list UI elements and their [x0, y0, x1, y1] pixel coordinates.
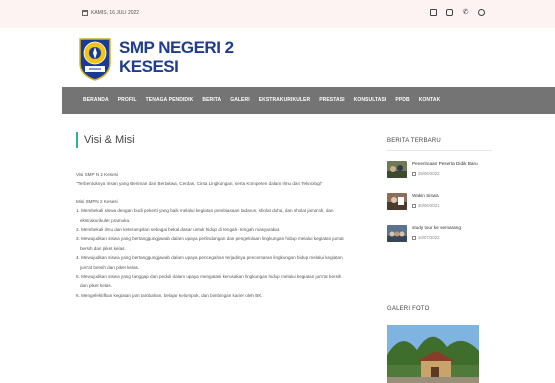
- news-post-date-text: 10/07/2022: [418, 235, 440, 240]
- nav-item-ekstrakurikuler[interactable]: EKSTRAKURIKULER: [259, 97, 311, 103]
- calendar-icon: [412, 171, 416, 176]
- gallery-photo[interactable]: [387, 325, 479, 383]
- school-logo[interactable]: [77, 35, 113, 81]
- calendar-icon: [412, 235, 416, 240]
- news-section-title: BERITA TERBARU: [387, 138, 492, 151]
- misi-heading: Misi SMPN 2 Kesesi: [76, 198, 118, 204]
- nav-item-konsultasi[interactable]: KONSULTASI: [354, 97, 387, 103]
- misi-item: 3. Mewujudkan siswa yang bertanggungjawa…: [76, 236, 344, 242]
- news-post-date-text: 25/06/2022: [418, 171, 440, 176]
- page-title: Visi & Misi: [84, 134, 135, 146]
- main-navigation: BERANDA PROFIL TENAGA PENDIDIK BERITA GA…: [62, 87, 555, 114]
- school-name-line2: KESESI: [119, 57, 179, 76]
- main-content: Visi & Misi Visi SMP N 2 Kesesi "Terbent…: [76, 130, 376, 300]
- news-post-title[interactable]: study tour ke semarang: [412, 225, 461, 231]
- misi-item-continued: ekstrakurikuler pramuka.: [80, 217, 131, 223]
- news-post-date: 25/06/2022: [412, 171, 478, 176]
- news-post[interactable]: Wakin Siswa 20/06/2021: [387, 193, 492, 215]
- news-post[interactable]: study tour ke semarang 10/07/2022: [387, 225, 492, 247]
- nav-item-profil[interactable]: PROFIL: [118, 97, 137, 103]
- misi-list: 1. Membekali siswa dengan budi pekerti y…: [76, 206, 376, 300]
- calendar-icon: [82, 10, 88, 16]
- nav-item-berita[interactable]: BERITA: [202, 97, 221, 103]
- nav-item-ppdb[interactable]: PPDB: [395, 97, 409, 103]
- misi-item-continued: jum'at bersih dan piket kelas.: [80, 264, 140, 270]
- news-thumbnail[interactable]: [387, 161, 407, 178]
- date-text: KAMIS, 16 JULI 2022: [91, 10, 140, 16]
- nav-item-beranda[interactable]: BERANDA: [83, 97, 109, 103]
- news-post-date-text: 20/06/2021: [418, 203, 440, 208]
- whatsapp-icon[interactable]: [478, 9, 485, 16]
- school-name-line1: SMP NEGERI 2: [119, 38, 234, 57]
- heading-accent-bar: [76, 132, 78, 148]
- news-thumbnail[interactable]: [387, 193, 407, 210]
- article-body: Visi SMP N 2 Kesesi "Terbentuknya Insan …: [76, 170, 376, 300]
- instagram-icon[interactable]: [446, 9, 453, 16]
- news-post[interactable]: Penerimaan Peserta Didik Baru 25/06/2022: [387, 161, 492, 183]
- misi-item: 6. Mengefektifkan kegiatan jam tambahan,…: [76, 292, 263, 298]
- misi-item: 5. Mewujudkan siswa yang tanggap dan ped…: [76, 274, 342, 280]
- misi-item: 4. Mewujudkan siswa yang bertanggungjawa…: [76, 255, 343, 261]
- nav-item-prestasi[interactable]: PRESTASI: [319, 97, 344, 103]
- news-thumbnail[interactable]: [387, 225, 407, 242]
- nav-item-galeri[interactable]: GALERI: [230, 97, 250, 103]
- calendar-icon: [412, 203, 416, 208]
- news-post-date: 10/07/2022: [412, 235, 461, 240]
- news-post-title[interactable]: Penerimaan Peserta Didik Baru: [412, 161, 478, 167]
- nav-item-tenaga-pendidik[interactable]: TENAGA PENDIDIK: [146, 97, 194, 103]
- misi-item-continued: bersih dan piket kelas.: [80, 245, 126, 251]
- sidebar: BERITA TERBARU Penerimaan Peserta Didik …: [387, 138, 492, 247]
- news-post-date: 20/06/2021: [412, 203, 440, 208]
- news-post-title[interactable]: Wakin Siswa: [412, 193, 440, 199]
- date-display: KAMIS, 16 JULI 2022: [82, 10, 139, 16]
- school-name: SMP NEGERI 2 KESESI: [119, 38, 319, 76]
- document-icon[interactable]: [430, 9, 437, 16]
- gallery-section-title: GALERI FOTO: [387, 306, 430, 312]
- page-heading: Visi & Misi: [76, 130, 376, 150]
- visi-heading: Visi SMP N 2 Kesesi: [76, 172, 118, 177]
- misi-item-continued: dan piket kelas.: [80, 283, 112, 289]
- nav-item-kontak[interactable]: KONTAK: [419, 97, 441, 103]
- top-bar: KAMIS, 16 JULI 2022 ✆: [0, 0, 555, 28]
- misi-item: 2. Membekali ilmu dan keterampilan sebag…: [76, 227, 281, 233]
- misi-item: 1. Membekali siswa dengan budi pekerti y…: [76, 208, 334, 214]
- phone-icon[interactable]: ✆: [462, 9, 469, 16]
- visi-text: "Terbentuknya Insan yang Beriman dan Ber…: [76, 181, 323, 187]
- social-links: ✆: [430, 9, 485, 16]
